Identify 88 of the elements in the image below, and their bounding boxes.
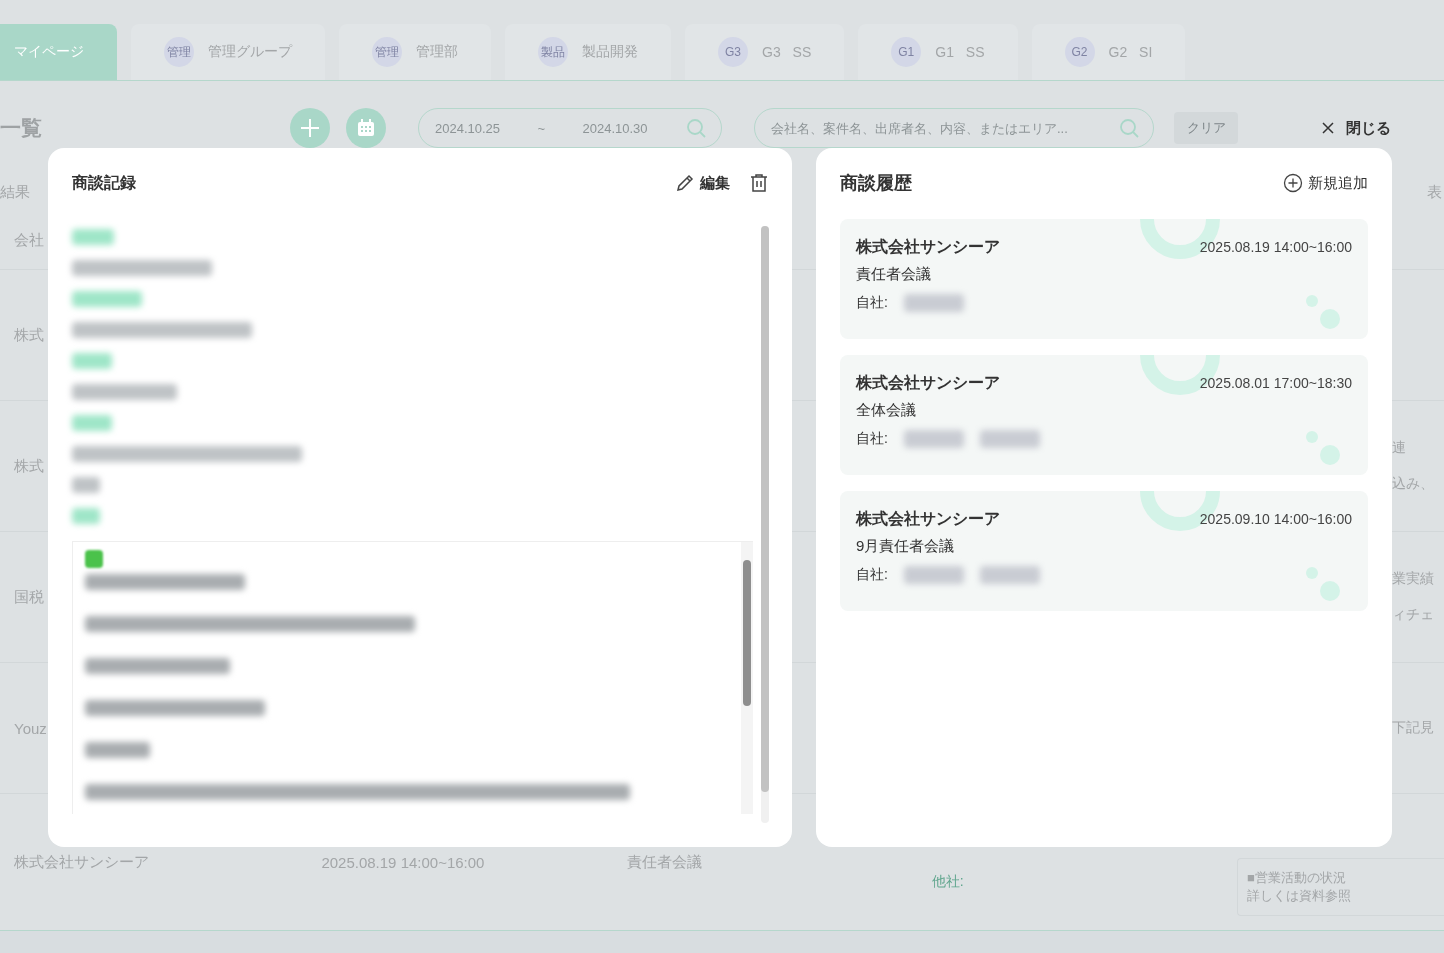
tab[interactable]: マイページ [0, 24, 117, 80]
blurred-text [85, 550, 103, 568]
blurred-text [979, 566, 1040, 584]
tab-badge: G1 [891, 37, 922, 67]
tab-label: G2 SI [1108, 44, 1153, 60]
add-new-button[interactable]: 新規追加 [1283, 173, 1368, 193]
tab-badge: G3 [718, 37, 748, 67]
delete-button[interactable] [750, 173, 768, 193]
table-cell: 株式 [14, 325, 44, 345]
column-header: 会社 [14, 231, 44, 250]
calendar-icon [356, 118, 376, 138]
meeting-datetime: 2025.08.01 17:00~18:30 [1199, 375, 1352, 391]
tab[interactable]: 管理 管理部 [339, 24, 491, 80]
blurred-text [72, 508, 100, 524]
attendee-label: 自社: [856, 566, 888, 584]
plus-circle-icon [1283, 173, 1303, 193]
date-separator: ~ [537, 120, 546, 136]
tab-badge: 管理 [372, 37, 402, 67]
tab-badge: 製品 [538, 37, 568, 67]
other-company-label: 他社: [931, 872, 965, 891]
blurred-text [72, 477, 100, 493]
tab-badge: G2 [1064, 37, 1095, 67]
close-button[interactable]: 閉じる [1316, 117, 1397, 139]
blurred-text [72, 229, 114, 245]
pencil-icon [675, 173, 695, 193]
blurred-text [979, 430, 1040, 448]
panel-title: 商談履歴 [840, 172, 912, 195]
tab-label: 管理部 [416, 43, 458, 61]
tab[interactable]: 製品 製品開発 [505, 24, 671, 80]
blurred-text [72, 415, 112, 431]
results-label: 結果 [0, 182, 30, 202]
table-cell-text: 責任者会議 [626, 852, 703, 872]
meeting-title: 全体会議 [856, 401, 917, 420]
tab-label: G3 SS [762, 44, 812, 60]
date-from: 2024.10.25 [435, 120, 501, 136]
attendee-label: 自社: [856, 294, 888, 312]
meeting-title: 責任者会議 [856, 265, 932, 284]
table-cell-text: 下記見 [1392, 719, 1435, 737]
tab-label: マイページ [14, 43, 84, 61]
company-name: 株式会社サンシーア [856, 236, 1000, 257]
scrollbar[interactable] [761, 226, 769, 823]
table-cell: 株式 [14, 456, 44, 476]
blurred-text [903, 566, 964, 584]
meeting-datetime: 2025.09.10 14:00~16:00 [1199, 511, 1352, 527]
table-cell-text: 2025.08.19 14:00~16:00 [320, 853, 486, 871]
tab-badge: 管理 [164, 37, 194, 67]
add-button[interactable] [290, 108, 330, 148]
table-cell: Youz [14, 719, 47, 737]
company-name: 株式会社サンシーア [856, 372, 1000, 393]
panel-title: 商談記録 [72, 172, 136, 193]
tab[interactable]: 管理 管理グループ [131, 24, 325, 80]
column-header: 表 [1427, 182, 1443, 202]
dots-decoration [1306, 567, 1340, 601]
history-card[interactable]: 株式会社サンシーア 2025.08.19 14:00~16:00 責任者会議 自社: [840, 219, 1368, 339]
table-cell-text: 連 [1392, 439, 1407, 457]
search-icon [684, 117, 707, 139]
search-field[interactable]: 会社名、案件名、出席者名、内容、またはエリア... [754, 108, 1154, 148]
search-icon [1118, 117, 1140, 139]
dots-decoration [1306, 431, 1340, 465]
table-cell-text: 株式会社サンシーア [13, 852, 150, 872]
blurred-text [72, 353, 112, 369]
tab-label: 管理グループ [208, 43, 292, 61]
page-title: 一覧 [0, 115, 43, 141]
tab[interactable]: G2 G2 SI [1031, 24, 1186, 80]
date-to: 2024.10.30 [582, 120, 648, 136]
edit-button[interactable]: 編集 [675, 173, 730, 193]
blurred-text [85, 742, 150, 758]
tab-label: G1 SS [935, 44, 985, 60]
tab[interactable]: G1 G1 SS [858, 24, 1018, 80]
blurred-text [903, 430, 964, 448]
table-cell-text: 込み、 [1392, 475, 1435, 493]
history-card[interactable]: 株式会社サンシーア 2025.09.10 14:00~16:00 9月責任者会議 自社: [840, 491, 1368, 611]
clear-button[interactable]: クリア [1174, 112, 1238, 144]
blurred-text [903, 294, 964, 312]
meeting-datetime: 2025.08.19 14:00~16:00 [1199, 239, 1352, 255]
meeting-title: 9月責任者会議 [856, 537, 956, 556]
dots-decoration [1306, 295, 1340, 329]
calendar-button[interactable] [346, 108, 386, 148]
company-name: 株式会社サンシーア [856, 508, 1000, 529]
attendee-label: 自社: [856, 430, 888, 448]
plus-icon [298, 116, 322, 140]
scrollbar[interactable] [741, 542, 753, 814]
close-icon [1322, 122, 1334, 134]
blurred-text [72, 291, 142, 307]
history-card[interactable]: 株式会社サンシーア 2025.08.01 17:00~18:30 全体会議 自社: [840, 355, 1368, 475]
tab[interactable]: G3 G3 SS [685, 24, 845, 80]
tab-label: 製品開発 [582, 43, 638, 61]
trash-icon [750, 173, 768, 193]
